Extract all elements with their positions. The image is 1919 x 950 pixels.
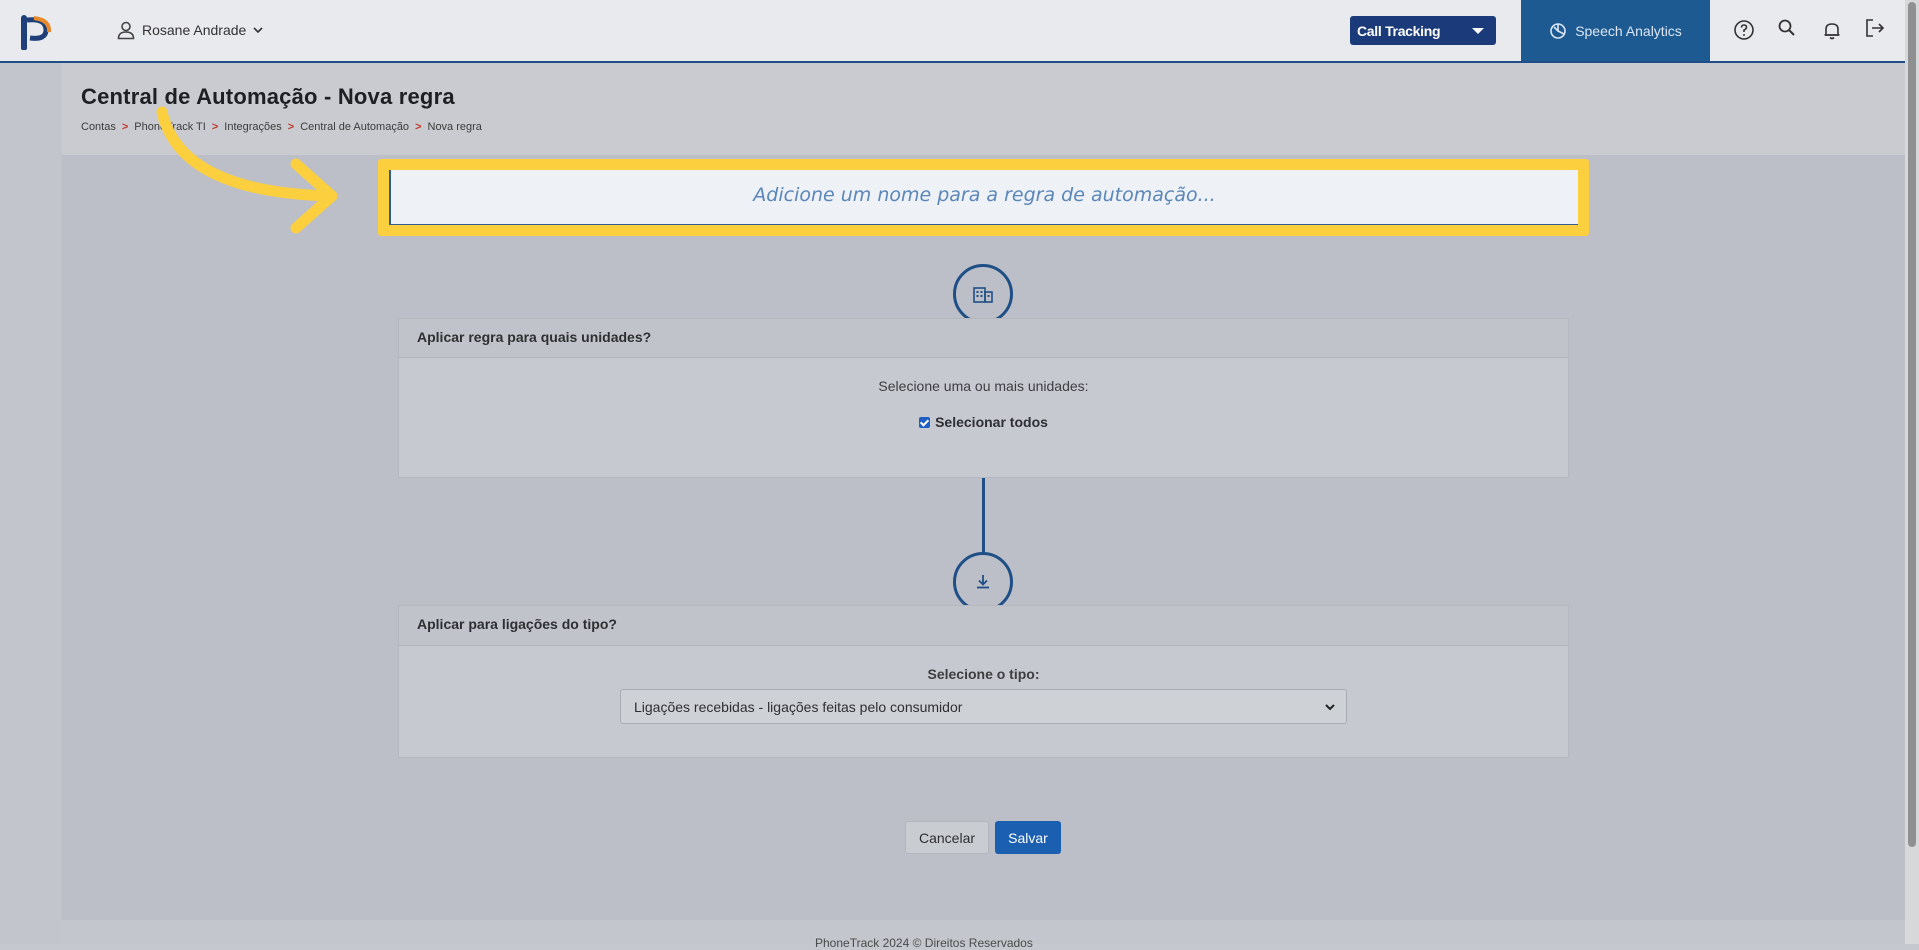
call-type-step-circle [953, 552, 1013, 612]
app-logo[interactable] [20, 12, 54, 50]
speech-analytics-button[interactable]: Speech Analytics [1521, 0, 1710, 61]
breadcrumb-item-current: Nova regra [427, 121, 482, 133]
pointer-arrow-icon [156, 106, 338, 234]
rule-name-input[interactable] [389, 170, 1578, 225]
building-icon [973, 287, 993, 303]
bell-icon[interactable] [1820, 18, 1844, 42]
vertical-scrollbar[interactable] [1905, 0, 1919, 944]
speech-analytics-label: Speech Analytics [1575, 22, 1682, 39]
search-icon[interactable] [1775, 16, 1799, 40]
save-button[interactable]: Salvar [995, 821, 1061, 854]
call-type-card: Aplicar para ligações do tipo? Selecione… [398, 605, 1569, 758]
step-connector [982, 478, 985, 553]
user-menu[interactable]: Rosane Andrade [116, 20, 264, 40]
download-icon [977, 575, 989, 589]
call-type-select[interactable]: Ligações recebidas - ligações feitas pel… [620, 689, 1347, 724]
breadcrumb-separator: > [415, 121, 422, 133]
units-step-circle [953, 264, 1013, 324]
units-card-subtitle: Selecione uma ou mais unidades: [878, 378, 1089, 394]
cancel-button[interactable]: Cancelar [905, 821, 989, 854]
footer-text: PhoneTrack 2024 © Direitos Reservados [815, 936, 1033, 950]
help-icon[interactable] [1732, 18, 1756, 42]
top-bar: Rosane Andrade Call Tracking Speech Anal… [0, 0, 1905, 63]
logout-icon[interactable] [1863, 16, 1887, 40]
call-type-label: Selecione o tipo: [927, 666, 1040, 682]
scrollbar-thumb[interactable] [1908, 2, 1916, 847]
breadcrumb-item-contas[interactable]: Contas [81, 121, 116, 133]
left-margin [0, 63, 62, 944]
call-type-card-title: Aplicar para ligações do tipo? [399, 606, 1568, 646]
chevron-down-icon [253, 27, 263, 34]
product-select-value: Call Tracking [1357, 22, 1441, 39]
user-name: Rosane Andrade [142, 22, 247, 38]
units-card-title: Aplicar regra para quais unidades? [399, 319, 1568, 358]
breadcrumb-separator: > [121, 121, 129, 133]
units-card: Aplicar regra para quais unidades? Selec… [398, 318, 1569, 478]
select-all-label: Selecionar todos [935, 414, 1048, 430]
chevron-down-icon [1325, 704, 1335, 711]
product-select[interactable]: Call Tracking [1350, 16, 1496, 45]
checkbox-checked-icon[interactable] [919, 416, 931, 428]
caret-down-icon [1472, 28, 1484, 34]
user-icon [117, 21, 135, 40]
select-all-checkbox[interactable]: Selecionar todos [399, 414, 1568, 430]
call-type-selected-value: Ligações recebidas - ligações feitas pel… [634, 698, 963, 715]
speech-analytics-icon [1550, 22, 1566, 39]
